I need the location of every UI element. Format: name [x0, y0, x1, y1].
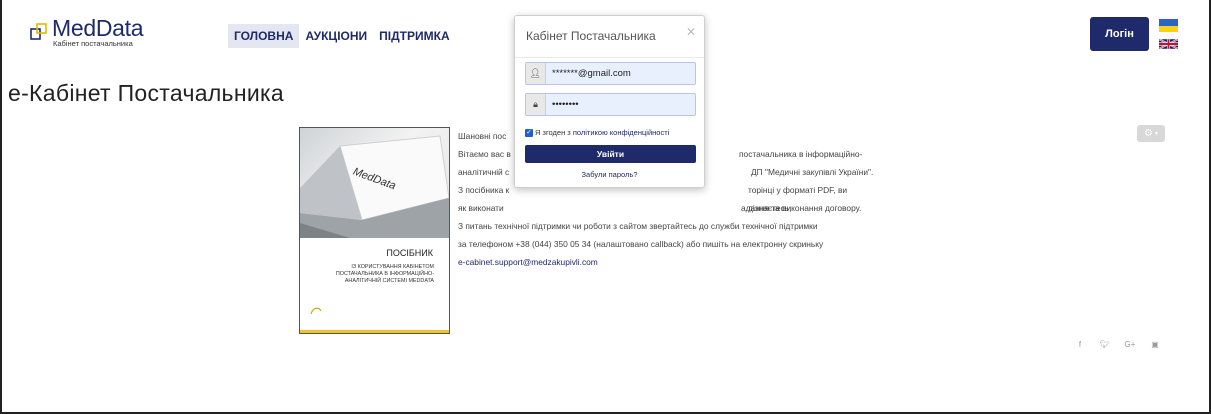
login-modal: Кабінет Постачальника ✕ 👤︎ *******@gmail…	[514, 15, 705, 188]
manual-subtitle: ІЗ КОРИСТУВАННЯ КАБІНЕТОМ ПОСТАЧАЛЬНИКА …	[335, 264, 434, 284]
modal-divider	[515, 57, 704, 58]
intro-line-7: за телефоном +38 (044) 350 05 34 (налашт…	[458, 239, 824, 249]
password-value: ••••••••	[552, 99, 579, 110]
footer-logo-icon	[310, 307, 322, 315]
page-title: е-Кабінет Постачальника	[8, 80, 284, 106]
manual-accent-line	[300, 330, 449, 333]
language-switcher	[1158, 19, 1179, 55]
support-email-link[interactable]: e-cabinet.support@medzakupivli.com	[458, 257, 598, 267]
logo-subtitle: Кабінет постачальника	[53, 39, 133, 48]
email-field[interactable]: 👤︎ *******@gmail.com	[525, 62, 696, 85]
email-value: *******@gmail.com	[552, 68, 631, 79]
uk-flag-icon[interactable]	[1158, 38, 1179, 50]
submit-button[interactable]: Увійти	[525, 145, 696, 163]
social-links: f 🐦︎ G+ ▣	[1073, 337, 1162, 351]
login-button[interactable]: Логін	[1090, 17, 1149, 51]
manual-cover-image: MedData	[300, 128, 449, 238]
manual-cover[interactable]: MedData ПОСІБНИК ІЗ КОРИСТУВАННЯ КАБІНЕТ…	[299, 127, 450, 334]
facebook-icon[interactable]: f	[1073, 337, 1087, 351]
intro-line-5: як виконати адання та виконання договору.	[458, 203, 862, 213]
ua-flag-icon[interactable]	[1159, 19, 1178, 32]
intro-line-6: З питань технічної підтримки чи роботи з…	[458, 221, 818, 231]
manual-title: ПОСІБНИК	[386, 248, 433, 258]
user-icon: 👤︎	[526, 63, 546, 84]
logo-icon	[30, 23, 47, 40]
privacy-policy-link[interactable]: політикою конфіденційності	[573, 128, 670, 137]
logo[interactable]: MedData Кабінет постачальника	[30, 15, 144, 48]
main-nav: ГОЛОВНА АУКЦІОНИ ПІДТРИМКА	[228, 24, 456, 48]
google-plus-icon[interactable]: G+	[1123, 337, 1137, 351]
modal-title: Кабінет Постачальника	[526, 29, 656, 43]
nav-support[interactable]: ПІДТРИМКА	[373, 24, 455, 48]
gear-icon: ⚙	[1144, 128, 1153, 139]
close-icon[interactable]: ✕	[686, 25, 696, 39]
logo-title: MedData	[52, 15, 144, 41]
lock-icon: 🔒︎	[526, 94, 546, 115]
nav-home[interactable]: ГОЛОВНА	[228, 24, 300, 48]
nav-auctions[interactable]: АУКЦІОНИ	[299, 24, 373, 48]
agree-text: Я згоден з	[535, 128, 573, 137]
manual-footer-logo	[310, 306, 322, 316]
forgot-password-link[interactable]: Забули пароль?	[515, 170, 704, 179]
agree-checkbox[interactable]: ✓	[525, 128, 533, 137]
privacy-agreement: ✓ Я згоден з політикою конфіденційності	[525, 128, 669, 137]
linkedin-icon[interactable]: ▣	[1148, 337, 1162, 351]
password-field[interactable]: 🔒︎ ••••••••	[525, 93, 696, 116]
twitter-icon[interactable]: 🐦︎	[1098, 337, 1112, 351]
caret-down-icon: ▾	[1154, 131, 1158, 137]
settings-dropdown-button[interactable]: ⚙ ▾	[1137, 125, 1165, 142]
